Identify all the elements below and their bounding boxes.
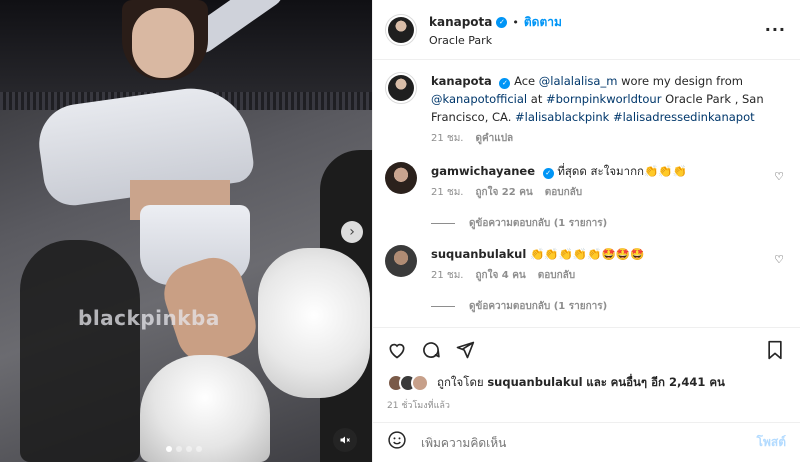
likes-others-link[interactable]: คนอื่นๆ อีก 2,441 คน [611, 375, 725, 389]
more-options-icon[interactable]: ··· [765, 20, 786, 39]
separator: • [512, 15, 519, 29]
feather-boot [140, 355, 270, 462]
translate-button[interactable]: ดูคำแปล [475, 130, 513, 148]
comment-time[interactable]: 21 ชม. [431, 267, 463, 285]
replies-divider [431, 223, 455, 224]
comment-text-row: gamwichayanee ✓ ที่สุดด สะใจมากก👏👏👏 [431, 162, 784, 180]
caption-text: kanapota ✓ Ace @lalalalisa_m wore my des… [431, 72, 784, 126]
caption-text-at: at [530, 92, 543, 106]
post-dialog: blackpinkba › kanapota ✓ • ติดตาม Oracle… [0, 0, 800, 462]
hashtag-link[interactable]: #lalisadressedinkanapot [613, 110, 755, 124]
speaker-muted-icon [340, 436, 350, 444]
heart-outline-icon[interactable] [387, 340, 407, 363]
comment-username[interactable]: gamwichayanee [431, 164, 535, 178]
action-bar: ถูกใจโดย suquanbulakul และ คนอื่นๆ อีก 2… [373, 327, 800, 412]
action-icons [387, 338, 784, 364]
likes-and: และ [586, 375, 607, 389]
verified-badge-icon: ✓ [542, 167, 554, 179]
comments-section: kanapota ✓ Ace @lalalalisa_m wore my des… [373, 60, 800, 327]
comment-username[interactable]: suquanbulakul [431, 247, 526, 261]
emoji-icon [388, 431, 406, 449]
view-replies-label: ดูข้อความตอบกลับ (1 รายการ) [469, 218, 608, 229]
comment-item: suquanbulakul 👏👏👏👏👏🤩🤩🤩 21 ชม. ถูกใจ 4 คน… [385, 245, 784, 285]
reply-button[interactable]: ตอบกลับ [538, 267, 575, 285]
bookmark-icon [768, 340, 782, 359]
liker-avatar [411, 374, 429, 392]
avatar[interactable] [385, 72, 417, 104]
verified-badge-icon: ✓ [499, 77, 511, 89]
likes-prefix: ถูกใจโดย [437, 375, 484, 389]
comment-body: gamwichayanee ✓ ที่สุดด สะใจมากก👏👏👏 21 ช… [431, 162, 784, 202]
bookmark-icon[interactable] [766, 340, 784, 363]
carousel-dot [176, 446, 182, 452]
likes-summary: ถูกใจโดย suquanbulakul และ คนอื่นๆ อีก 2… [387, 374, 784, 392]
add-comment-bar: โพสต์ [373, 422, 800, 462]
comment-like-count[interactable]: ถูกใจ 22 คน [475, 184, 532, 202]
hashtag-link[interactable]: #lalisablackpink [515, 110, 609, 124]
header-row: kanapota ✓ • ติดตาม [429, 13, 765, 32]
caption-meta: 21 ชม. ดูคำแปล [431, 130, 784, 148]
heart-outline-icon [389, 343, 405, 358]
chevron-right-icon[interactable]: › [341, 221, 363, 243]
background-dancer [20, 240, 140, 462]
caption-username[interactable]: kanapota [431, 74, 492, 88]
comment-body: suquanbulakul 👏👏👏👏👏🤩🤩🤩 21 ชม. ถูกใจ 4 คน… [431, 245, 784, 285]
carousel-dots [166, 446, 202, 452]
hashtag-link[interactable]: #bornpinkworldtour [546, 92, 661, 106]
feather-boot [258, 248, 370, 398]
paper-plane-icon[interactable] [455, 340, 475, 363]
mention-link[interactable]: @lalalalisa_m [539, 74, 618, 88]
location-link[interactable]: Oracle Park [429, 34, 765, 47]
follow-button[interactable]: ติดตาม [524, 13, 562, 32]
speaker-muted-icon[interactable] [333, 428, 357, 452]
caption-text-mid: wore my design from [621, 74, 743, 88]
heart-outline-icon[interactable]: ♡ [774, 170, 784, 183]
comment-item: gamwichayanee ✓ ที่สุดด สะใจมากก👏👏👏 21 ช… [385, 162, 784, 202]
avatar[interactable] [385, 245, 417, 277]
comment-text: ที่สุดด สะใจมากก👏👏👏 [557, 164, 687, 178]
replies-divider [431, 306, 455, 307]
carousel-dot [196, 446, 202, 452]
carousel-dot [166, 446, 172, 452]
caption-body: kanapota ✓ Ace @lalalalisa_m wore my des… [431, 72, 784, 148]
verified-badge-icon: ✓ [496, 16, 508, 28]
heart-outline-icon[interactable]: ♡ [774, 253, 784, 266]
reply-button[interactable]: ตอบกลับ [545, 184, 582, 202]
comment-text: 👏👏👏👏👏🤩🤩🤩 [529, 247, 645, 261]
avatar[interactable] [385, 13, 417, 46]
comment-like-count[interactable]: ถูกใจ 4 คน [475, 267, 525, 285]
view-replies-label: ดูข้อความตอบกลับ (1 รายการ) [469, 301, 608, 312]
comment-bubble-icon [423, 341, 440, 358]
avatar[interactable] [385, 162, 417, 194]
caption-time[interactable]: 21 ชม. [431, 130, 463, 148]
emoji-icon[interactable] [387, 430, 407, 455]
comment-text-row: suquanbulakul 👏👏👏👏👏🤩🤩🤩 [431, 245, 784, 263]
avatar-image [388, 75, 414, 101]
liker-username[interactable]: suquanbulakul [487, 375, 582, 389]
comment-meta: 21 ชม. ถูกใจ 22 คน ตอบกลับ [431, 184, 784, 202]
post-side-panel: kanapota ✓ • ติดตาม Oracle Park ··· kana… [372, 0, 800, 462]
comment-bubble-icon[interactable] [421, 340, 441, 363]
mention-link[interactable]: @kanapotofficial [431, 92, 527, 106]
post-comment-button[interactable]: โพสต์ [757, 433, 786, 452]
caption: kanapota ✓ Ace @lalalalisa_m wore my des… [385, 72, 784, 148]
comment-time[interactable]: 21 ชม. [431, 184, 463, 202]
comment-meta: 21 ชม. ถูกใจ 4 คน ตอบกลับ [431, 267, 784, 285]
view-replies-button[interactable]: ดูข้อความตอบกลับ (1 รายการ) [431, 299, 784, 314]
post-header: kanapota ✓ • ติดตาม Oracle Park ··· [373, 0, 800, 60]
add-comment-input[interactable] [421, 435, 757, 450]
paper-plane-icon [456, 341, 475, 358]
avatar-image [388, 16, 414, 43]
caption-text-prefix: Ace [514, 74, 536, 88]
carousel-dot [186, 446, 192, 452]
likes-text: ถูกใจโดย suquanbulakul และ คนอื่นๆ อีก 2… [437, 374, 725, 392]
post-media[interactable]: blackpinkba › [0, 0, 372, 462]
username-link[interactable]: kanapota [429, 15, 492, 29]
view-replies-button[interactable]: ดูข้อความตอบกลับ (1 รายการ) [431, 216, 784, 231]
post-timestamp[interactable]: 21 ชั่วโมงที่แล้ว [387, 398, 784, 412]
header-text: kanapota ✓ • ติดตาม Oracle Park [429, 13, 765, 47]
performer-face [132, 8, 194, 78]
video-watermark: blackpinkba [78, 306, 220, 330]
